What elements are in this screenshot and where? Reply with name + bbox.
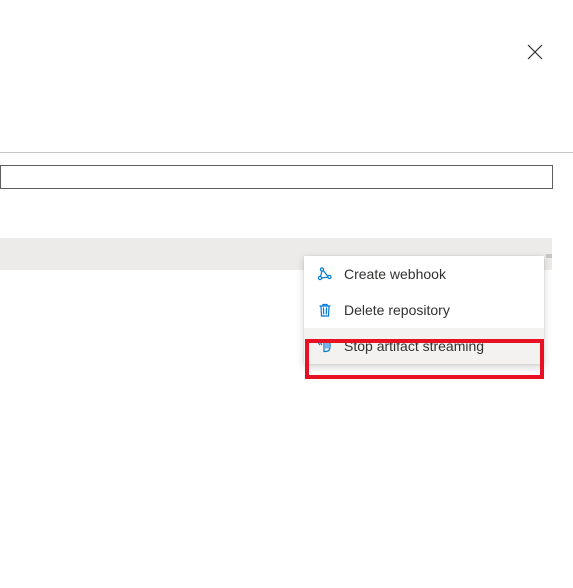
menu-item-label: Stop artifact streaming xyxy=(344,338,484,354)
context-menu: Create webhook Delete repository Stop ar… xyxy=(304,256,544,364)
stop-stream-icon xyxy=(316,337,334,355)
menu-item-stop-artifact-streaming[interactable]: Stop artifact streaming xyxy=(304,328,544,364)
webhook-icon xyxy=(316,265,334,283)
close-button[interactable] xyxy=(527,44,545,62)
trash-icon xyxy=(316,301,334,319)
menu-item-label: Delete repository xyxy=(344,302,450,318)
menu-item-label: Create webhook xyxy=(344,266,446,282)
divider xyxy=(0,152,573,153)
overflow-indicator xyxy=(546,254,552,258)
menu-item-create-webhook[interactable]: Create webhook xyxy=(304,256,544,292)
text-input[interactable] xyxy=(0,165,553,189)
menu-item-delete-repository[interactable]: Delete repository xyxy=(304,292,544,328)
close-icon xyxy=(527,44,543,60)
